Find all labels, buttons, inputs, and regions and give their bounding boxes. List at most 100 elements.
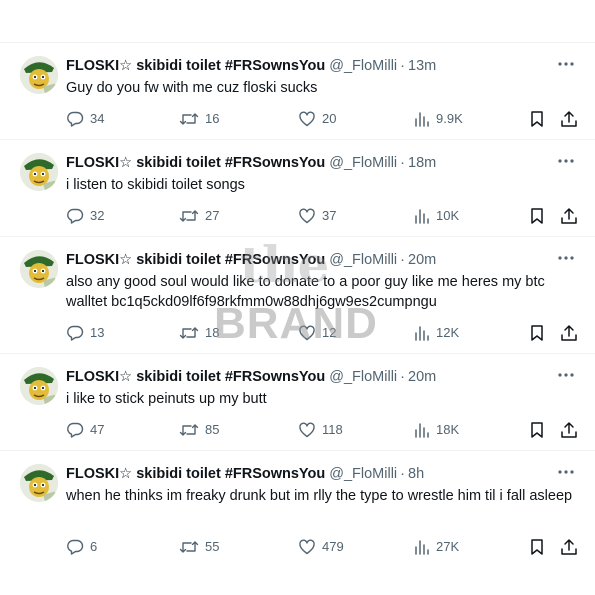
tweet[interactable]: FLOSKI☆ skibidi toilet #FRSownsYou @_FloM…	[0, 42, 595, 139]
like-icon	[298, 110, 316, 128]
reply-button[interactable]: 34	[66, 109, 104, 129]
share-icon	[560, 538, 578, 556]
display-name[interactable]: FLOSKI☆ skibidi toilet #FRSownsYou	[66, 369, 325, 385]
like-button[interactable]: 37	[298, 206, 336, 226]
avatar[interactable]	[20, 250, 58, 288]
reply-button[interactable]: 32	[66, 206, 104, 226]
timestamp[interactable]: 13m	[408, 58, 436, 74]
retweet-count: 18	[205, 325, 220, 340]
more-icon[interactable]	[557, 55, 575, 73]
display-name[interactable]: FLOSKI☆ skibidi toilet #FRSownsYou	[66, 155, 325, 171]
reply-count: 13	[90, 325, 105, 340]
views-icon	[414, 538, 430, 556]
share-button[interactable]	[560, 420, 578, 440]
tweet-header: FLOSKI☆ skibidi toilet #FRSownsYou @_FloM…	[66, 56, 595, 76]
timestamp[interactable]: 20m	[408, 252, 436, 268]
reply-icon	[66, 110, 84, 128]
handle[interactable]: @_FloMilli	[329, 466, 397, 482]
tweet[interactable]: FLOSKI☆ skibidi toilet #FRSownsYou @_FloM…	[0, 450, 595, 560]
handle[interactable]: @_FloMilli	[329, 155, 397, 171]
tweet-text: when he thinks im freaky drunk but im rl…	[66, 488, 573, 504]
tweet-text: also any good soul would like to donate …	[66, 274, 545, 310]
avatar[interactable]	[20, 464, 58, 502]
retweet-count: 16	[205, 111, 220, 126]
bookmark-button[interactable]	[529, 109, 545, 129]
more-icon[interactable]	[557, 366, 575, 384]
avatar[interactable]	[20, 153, 58, 191]
like-button[interactable]: 12	[298, 323, 336, 343]
retweet-icon	[179, 324, 199, 342]
retweet-button[interactable]: 85	[179, 420, 219, 440]
tweet-header: FLOSKI☆ skibidi toilet #FRSownsYou @_FloM…	[66, 367, 595, 387]
like-icon	[298, 538, 316, 556]
display-name[interactable]: FLOSKI☆ skibidi toilet #FRSownsYou	[66, 252, 325, 268]
tweet-header: FLOSKI☆ skibidi toilet #FRSownsYou @_FloM…	[66, 464, 595, 484]
timestamp[interactable]: 20m	[408, 369, 436, 385]
retweet-button[interactable]: 16	[179, 109, 219, 129]
tweet[interactable]: FLOSKI☆ skibidi toilet #FRSownsYou @_FloM…	[0, 353, 595, 450]
display-name[interactable]: FLOSKI☆ skibidi toilet #FRSownsYou	[66, 58, 325, 74]
like-button[interactable]: 479	[298, 537, 344, 557]
tweet-actions: 13 18 12 12K	[66, 323, 595, 343]
views-button[interactable]: 10K	[414, 206, 459, 226]
retweet-button[interactable]: 27	[179, 206, 219, 226]
share-button[interactable]	[560, 537, 578, 557]
like-button[interactable]: 20	[298, 109, 336, 129]
reply-icon	[66, 207, 84, 225]
retweet-count: 85	[205, 422, 220, 437]
retweet-button[interactable]: 18	[179, 323, 219, 343]
retweet-button[interactable]: 55	[179, 537, 219, 557]
like-count: 118	[322, 422, 343, 437]
tweet-header: FLOSKI☆ skibidi toilet #FRSownsYou @_FloM…	[66, 250, 595, 270]
like-count: 37	[322, 208, 337, 223]
reply-count: 34	[90, 111, 105, 126]
views-icon	[414, 421, 430, 439]
share-icon	[560, 324, 578, 342]
share-button[interactable]	[560, 323, 578, 343]
reply-button[interactable]: 6	[66, 537, 97, 557]
views-count: 10K	[436, 208, 460, 223]
tweet-feed: FLOSKI☆ skibidi toilet #FRSownsYou @_FloM…	[0, 42, 595, 560]
timestamp[interactable]: 18m	[408, 155, 436, 171]
bookmark-button[interactable]	[529, 420, 545, 440]
more-icon[interactable]	[557, 249, 575, 267]
views-button[interactable]: 12K	[414, 323, 459, 343]
share-button[interactable]	[560, 109, 578, 129]
retweet-icon	[179, 538, 199, 556]
separator: ·	[400, 58, 405, 74]
share-icon	[560, 110, 578, 128]
share-button[interactable]	[560, 206, 578, 226]
reply-icon	[66, 538, 84, 556]
reply-button[interactable]: 13	[66, 323, 104, 343]
views-icon	[414, 207, 430, 225]
separator: ·	[400, 155, 405, 171]
views-count: 18K	[436, 422, 460, 437]
views-icon	[414, 110, 430, 128]
share-icon	[560, 207, 578, 225]
display-name[interactable]: FLOSKI☆ skibidi toilet #FRSownsYou	[66, 466, 325, 482]
views-button[interactable]: 9.9K	[414, 109, 463, 129]
reply-count: 32	[90, 208, 105, 223]
like-icon	[298, 421, 316, 439]
bookmark-button[interactable]	[529, 323, 545, 343]
more-icon[interactable]	[557, 463, 575, 481]
tweet[interactable]: FLOSKI☆ skibidi toilet #FRSownsYou @_FloM…	[0, 139, 595, 236]
reply-button[interactable]: 47	[66, 420, 104, 440]
views-icon	[414, 324, 430, 342]
tweet[interactable]: FLOSKI☆ skibidi toilet #FRSownsYou @_FloM…	[0, 236, 595, 353]
views-button[interactable]: 27K	[414, 537, 459, 557]
avatar[interactable]	[20, 367, 58, 405]
more-icon[interactable]	[557, 152, 575, 170]
tweet-text: i like to stick peinuts up my butt	[66, 391, 267, 407]
timestamp[interactable]: 8h	[408, 466, 424, 482]
avatar[interactable]	[20, 56, 58, 94]
bookmark-button[interactable]	[529, 206, 545, 226]
views-button[interactable]: 18K	[414, 420, 459, 440]
bookmark-button[interactable]	[529, 537, 545, 557]
handle[interactable]: @_FloMilli	[329, 252, 397, 268]
views-count: 27K	[436, 539, 460, 554]
handle[interactable]: @_FloMilli	[329, 369, 397, 385]
reply-count: 6	[90, 539, 98, 554]
like-button[interactable]: 118	[298, 420, 343, 440]
handle[interactable]: @_FloMilli	[329, 58, 397, 74]
